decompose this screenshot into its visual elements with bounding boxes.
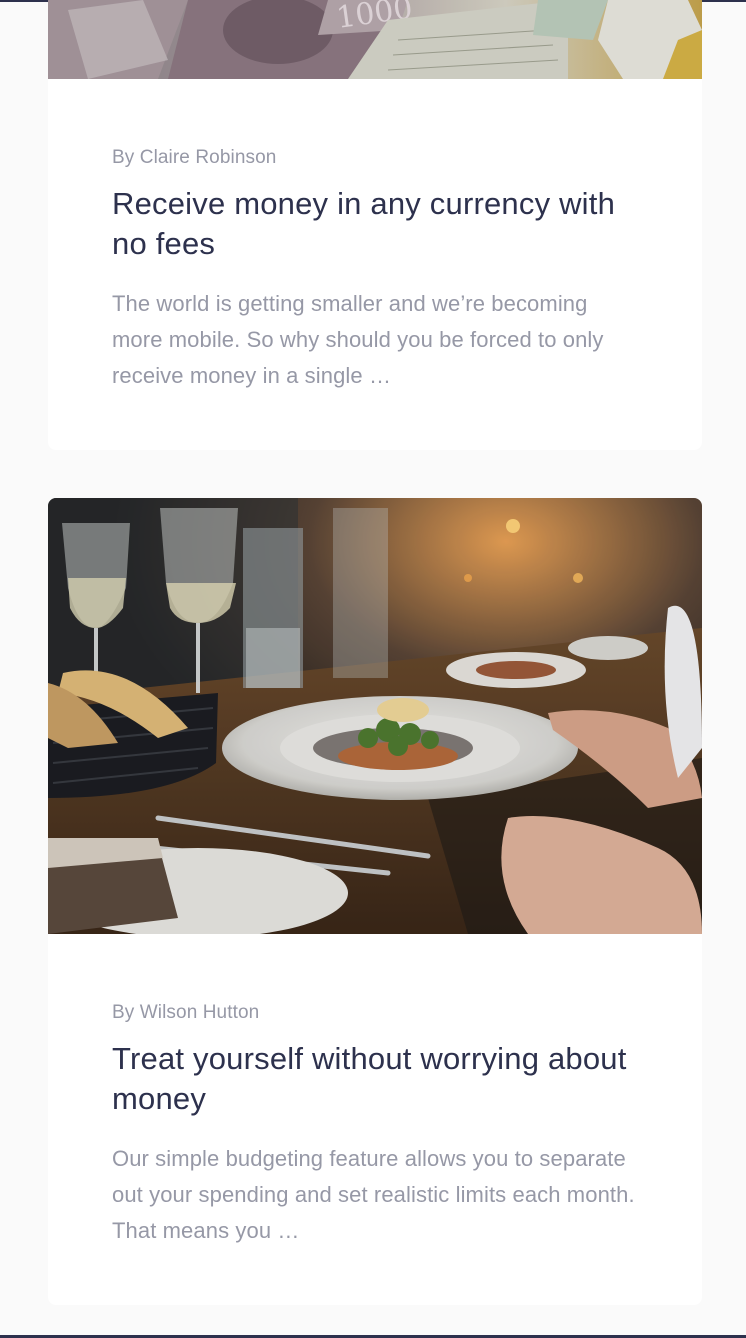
article-title[interactable]: Treat yourself without worrying about mo… bbox=[112, 1039, 638, 1119]
article-body: By Wilson Hutton Treat yourself without … bbox=[48, 934, 702, 1249]
article-body: By Claire Robinson Receive money in any … bbox=[48, 79, 702, 394]
article-title[interactable]: Receive money in any currency with no fe… bbox=[112, 184, 638, 264]
article-image-restaurant[interactable] bbox=[48, 498, 702, 934]
article-excerpt: Our simple budgeting feature allows you … bbox=[112, 1146, 635, 1243]
article-card-restaurant[interactable]: By Wilson Hutton Treat yourself without … bbox=[48, 498, 702, 1305]
article-author: By Claire Robinson bbox=[112, 147, 277, 168]
article-card-currency[interactable]: 1000 By Claire Robinson Receive money in… bbox=[48, 0, 702, 450]
article-image-currency[interactable]: 1000 bbox=[48, 0, 702, 79]
article-author: By Wilson Hutton bbox=[112, 1002, 260, 1023]
article-excerpt: The world is getting smaller and we’re b… bbox=[112, 291, 604, 388]
